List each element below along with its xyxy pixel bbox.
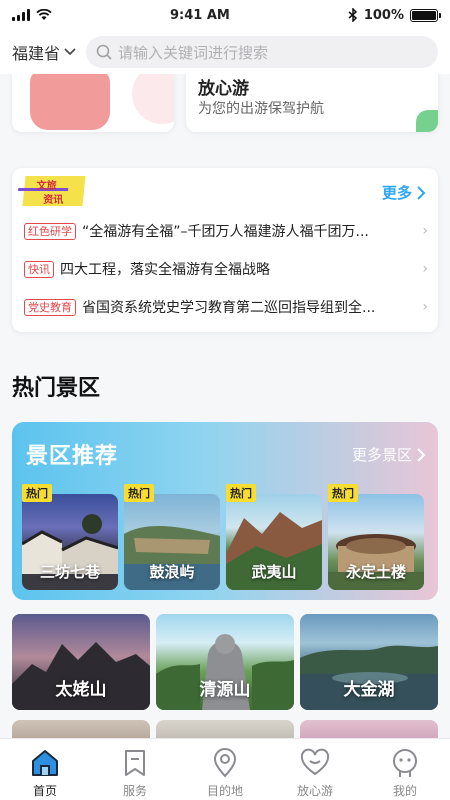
status-left — [12, 9, 52, 21]
spot-name: 永定土楼 — [345, 563, 406, 581]
hot-badge: 热门 — [124, 484, 154, 502]
tab-label: 放心游 — [296, 784, 333, 798]
scenic-tile[interactable]: 大金湖 — [300, 614, 438, 710]
battery-icon — [410, 8, 441, 22]
spot-card[interactable]: 武夷山 — [226, 494, 322, 590]
status-time: 9:41 AM — [169, 7, 230, 23]
tab-label: 服务 — [122, 784, 147, 798]
news-more-link[interactable]: 更多 — [382, 182, 426, 203]
news-item[interactable]: 红色研学 “全福游有全福”–千团万人福建游人福千团万... › — [24, 212, 428, 250]
scenic-name: 大金湖 — [343, 680, 395, 700]
spot-card[interactable]: 鼓浪屿 — [124, 494, 220, 590]
chevron-right-icon: › — [422, 299, 428, 315]
section-title-hot: 热门景区 — [12, 370, 102, 402]
chevron-right-icon — [417, 447, 426, 462]
search-input[interactable]: 请输入关键词进行搜索 — [86, 36, 438, 68]
news-tag: 红色研学 — [24, 222, 76, 240]
spot-name: 鼓浪屿 — [149, 563, 195, 581]
news-item[interactable]: 党史教育 省国资系统党史学习教育第二巡回指导组到全... › — [24, 288, 428, 326]
news-list: 红色研学 “全福游有全福”–千团万人福建游人福千团万... › 快讯 四大工程，… — [24, 212, 428, 326]
search-placeholder: 请输入关键词进行搜索 — [118, 43, 269, 62]
scenic-name: 太姥山 — [55, 680, 107, 700]
news-logo: 文旅 资讯 — [18, 176, 86, 206]
status-bar: 9:41 AM 100% — [0, 0, 450, 30]
app-screen: 9:41 AM 100% 福建省 请输入关键词进行搜索 放心游 为您的出游保驾护… — [0, 0, 450, 800]
battery-percent: 100% — [363, 7, 404, 23]
decorative-corner — [416, 110, 438, 132]
province-selector[interactable]: 福建省 — [12, 40, 76, 64]
spot-card[interactable]: 永定土楼 — [328, 494, 424, 590]
feature-card-title: 放心游 — [198, 79, 249, 99]
spot-name: 三坊七巷 — [39, 563, 100, 581]
tab-service[interactable]: 服务 — [90, 739, 180, 800]
tab-anxin[interactable]: 放心游 — [270, 739, 360, 800]
news-tag: 党史教育 — [24, 298, 76, 316]
news-more-label: 更多 — [381, 184, 412, 202]
recommend-title: 景区推荐 — [26, 444, 119, 469]
news-card: 文旅 资讯 更多 红色研学 “全福游有全福”–千团万人福建游人福千团万... ›… — [12, 168, 438, 332]
news-headline: 四大工程，落实全福游有全福战略 — [60, 262, 270, 278]
bookmark-icon — [125, 750, 145, 776]
tab-label: 我的 — [392, 784, 417, 798]
chevron-right-icon: › — [422, 223, 428, 239]
tab-label: 目的地 — [206, 784, 243, 798]
news-headline: “全福游有全福”–千团万人福建游人福千团万... — [82, 224, 369, 240]
news-headline: 省国资系统党史学习教育第二巡回指导组到全... — [82, 300, 376, 316]
section-title-text: 热门景区 — [12, 376, 101, 401]
tab-home[interactable]: 首页 — [0, 739, 90, 800]
news-logo-line2: 资讯 — [43, 195, 64, 206]
news-logo-line1: 文旅 — [36, 181, 57, 192]
chevron-right-icon — [417, 185, 426, 200]
spot-name: 武夷山 — [251, 563, 297, 581]
search-icon — [96, 44, 112, 60]
news-tag: 快讯 — [24, 260, 54, 278]
bottom-tab-bar: 首页 服务 目的地 放心游 我的 — [0, 738, 450, 800]
more-scenic-label: 更多景区 — [351, 446, 412, 464]
news-header: 文旅 资讯 更多 — [12, 168, 438, 212]
tab-label: 首页 — [32, 784, 57, 798]
chevron-down-icon — [64, 48, 76, 56]
scenic-name: 清源山 — [199, 680, 251, 700]
hot-badge: 热门 — [328, 484, 358, 502]
wifi-icon — [36, 9, 52, 20]
hot-badge: 热门 — [22, 484, 52, 502]
spot-card[interactable]: 三坊七巷 — [22, 494, 118, 590]
tab-mine[interactable]: 我的 — [360, 739, 450, 800]
recommend-panel: 景区推荐 更多景区 热门 三坊七巷 热门 鼓浪屿 热门 武夷山 热门 永定土楼 — [12, 422, 438, 600]
province-label: 福建省 — [12, 44, 61, 63]
feature-illustration-icon — [30, 70, 110, 130]
scenic-tile[interactable]: 太姥山 — [12, 614, 150, 710]
hot-badge: 热门 — [226, 484, 256, 502]
header-bar: 福建省 请输入关键词进行搜索 — [0, 30, 450, 74]
news-item[interactable]: 快讯 四大工程，落实全福游有全福战略 › — [24, 250, 428, 288]
more-scenic-link[interactable]: 更多景区 — [352, 444, 426, 465]
bluetooth-icon — [348, 8, 357, 22]
home-icon — [32, 750, 58, 776]
feature-card-subtitle: 为您的出游保驾护航 — [198, 101, 324, 117]
chevron-right-icon: › — [422, 261, 428, 277]
scenic-tile[interactable]: 清源山 — [156, 614, 294, 710]
heart-icon — [300, 748, 330, 776]
location-pin-icon — [213, 748, 237, 778]
status-right: 100% — [348, 7, 441, 23]
user-face-icon — [393, 749, 417, 777]
tab-destination[interactable]: 目的地 — [180, 739, 270, 800]
cellular-signal-icon — [12, 9, 30, 21]
